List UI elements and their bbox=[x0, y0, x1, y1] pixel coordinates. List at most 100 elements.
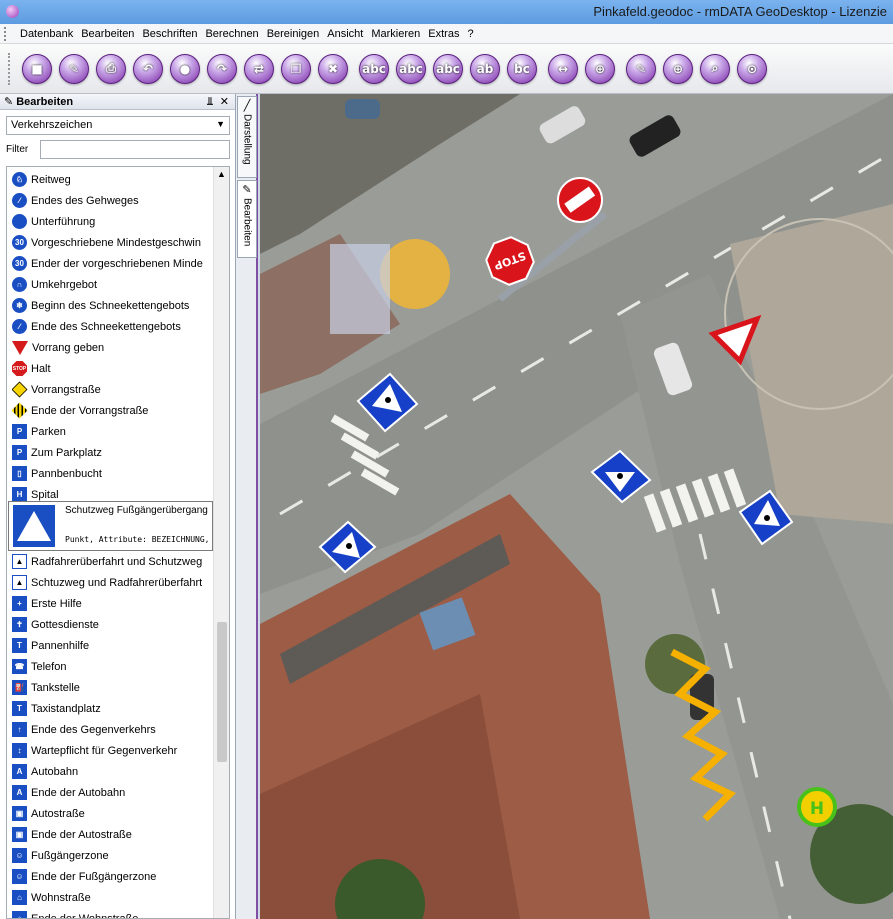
list-item[interactable]: ⌂ Ende der Wohnstraße bbox=[12, 908, 212, 918]
menu-markieren[interactable]: Markieren bbox=[367, 28, 424, 40]
menu-bereinigen[interactable]: Bereinigen bbox=[263, 28, 324, 40]
list-item[interactable]: ∕ Endes des Gehweges bbox=[12, 190, 212, 211]
label-move-icon: bc bbox=[514, 61, 530, 76]
traffic-sign-icon: ♘ bbox=[12, 172, 27, 187]
list-item[interactable]: P Parken bbox=[12, 421, 212, 442]
list-item[interactable]: Vorrang geben bbox=[12, 337, 212, 358]
delete-button[interactable]: ✖ bbox=[318, 53, 348, 84]
tab-bearbeiten[interactable]: ✎ Bearbeiten bbox=[237, 180, 257, 258]
menu-bearbeiten[interactable]: Bearbeiten bbox=[77, 28, 138, 40]
print-button[interactable]: ⎙ bbox=[96, 53, 126, 84]
menu-help[interactable]: ? bbox=[463, 28, 477, 40]
list-item[interactable]: T Pannenhilfe bbox=[12, 635, 212, 656]
menu-berechnen[interactable]: Berechnen bbox=[201, 28, 262, 40]
list-item[interactable]: Ende der Vorrangstraße bbox=[12, 400, 212, 421]
list-item-label: Zum Parkplatz bbox=[31, 446, 102, 459]
list-item[interactable]: ∕ Ende des Schneekettengebots bbox=[12, 316, 212, 337]
filter-input[interactable] bbox=[40, 140, 230, 159]
menu-beschriften[interactable]: Beschriften bbox=[138, 28, 201, 40]
list-item[interactable]: ❄ Beginn des Schneekettengebots bbox=[12, 295, 212, 316]
list-item[interactable]: A Autobahn bbox=[12, 761, 212, 782]
list-item[interactable]: ⌂ Wohnstraße bbox=[12, 887, 212, 908]
zoom-pen-button[interactable]: ✎ bbox=[626, 53, 656, 84]
list-item[interactable]: ▣ Autostraße bbox=[12, 803, 212, 824]
traffic-sign-icon: ∕ bbox=[12, 193, 27, 208]
list-item-label: Radfahrerüberfahrt und Schutzweg bbox=[31, 555, 203, 568]
traffic-sign-icon bbox=[12, 340, 28, 355]
traffic-sign-icon: ▣ bbox=[12, 827, 27, 842]
cancel-edit-button[interactable]: ✎ bbox=[59, 53, 89, 84]
label-edit-button[interactable]: abc bbox=[433, 53, 463, 84]
list-item[interactable]: ↕ Wartepflicht für Gegenverkehr bbox=[12, 740, 212, 761]
menu-datenbank[interactable]: Datenbank bbox=[16, 28, 77, 40]
app-logo-icon[interactable] bbox=[6, 5, 19, 18]
list-item[interactable]: Vorrangstraße bbox=[12, 379, 212, 400]
traffic-sign-icon: ⛽ bbox=[12, 680, 27, 695]
label-delete-icon: ab bbox=[476, 61, 494, 76]
list-item[interactable]: ✝ Gottesdienste bbox=[12, 614, 212, 635]
pin-icon[interactable]: ⫫ bbox=[207, 95, 213, 109]
list-item[interactable]: ∩ Umkehrgebot bbox=[12, 274, 212, 295]
list-item[interactable]: ↑ Ende des Gegenverkehrs bbox=[12, 719, 212, 740]
selected-list-item[interactable]: Schutzweg Fußgängerübergang Punkt, Attri… bbox=[8, 501, 213, 551]
no-entry-sign[interactable] bbox=[557, 177, 603, 223]
menu-grip[interactable] bbox=[4, 26, 10, 41]
label-move-button[interactable]: bc bbox=[507, 53, 537, 84]
import-button[interactable]: ↶ bbox=[133, 53, 163, 84]
list-item[interactable]: ▲ Schtuzweg und Radfahrerüberfahrt bbox=[12, 572, 212, 593]
list-item-label: Ende der Autostraße bbox=[31, 828, 132, 841]
zoom-pen-icon: ✎ bbox=[635, 61, 647, 76]
list-item[interactable]: A Ende der Autobahn bbox=[12, 782, 212, 803]
zoom-in-button[interactable]: ⊕ bbox=[663, 53, 693, 84]
print-icon: ⎙ bbox=[106, 61, 116, 75]
zoom-extent-button[interactable]: ⊙ bbox=[737, 53, 767, 84]
circle-button[interactable]: ● bbox=[170, 53, 200, 84]
label-add-button[interactable]: abc bbox=[359, 53, 389, 84]
list-item[interactable]: ▣ Ende der Autostraße bbox=[12, 824, 212, 845]
selected-item-description: Punkt, Attribute: BEZEICHNUNG, bbox=[65, 535, 210, 544]
list-item[interactable]: 30 Ender der vorgeschriebenen Minde bbox=[12, 253, 212, 274]
list-item[interactable]: ☺ Fußgängerzone bbox=[12, 845, 212, 866]
list-item[interactable]: Unterführung bbox=[12, 211, 212, 232]
scroll-thumb[interactable] bbox=[217, 622, 227, 762]
list-item[interactable]: ▲ Radfahrerüberfahrt und Schutzweg bbox=[12, 551, 212, 572]
zoom-button[interactable]: ⌕ bbox=[700, 53, 730, 84]
traffic-sign-icon: ✝ bbox=[12, 617, 27, 632]
map-canvas[interactable]: STOP H bbox=[260, 94, 893, 919]
list-item[interactable]: P Zum Parkplatz bbox=[12, 442, 212, 463]
list-item[interactable]: ⛽ Tankstelle bbox=[12, 677, 212, 698]
undo-button[interactable]: ↷ bbox=[207, 53, 237, 84]
list-item[interactable]: ☎ Telefon bbox=[12, 656, 212, 677]
list-item-label: Autobahn bbox=[31, 765, 79, 778]
chevron-down-icon[interactable]: ▼ bbox=[216, 119, 225, 129]
list-item[interactable]: ▯ Pannbenbucht bbox=[12, 463, 212, 484]
label-delete-button[interactable]: ab bbox=[470, 53, 500, 84]
move-button[interactable]: ↔ bbox=[548, 53, 578, 84]
copy-button[interactable]: ❐ bbox=[281, 53, 311, 84]
list-item[interactable]: + Erste Hilfe bbox=[12, 593, 212, 614]
link-button[interactable]: ⇄ bbox=[244, 53, 274, 84]
save-button[interactable]: ■ bbox=[22, 53, 52, 84]
menu-ansicht[interactable]: Ansicht bbox=[323, 28, 367, 40]
aerial-map[interactable]: STOP H bbox=[260, 94, 893, 919]
tab-darstellung[interactable]: ╱ Darstellung bbox=[237, 96, 257, 178]
category-select[interactable]: Verkehrszeichen ▼ bbox=[6, 116, 230, 135]
target-button[interactable]: ⊕ bbox=[585, 53, 615, 84]
list-item[interactable]: ☺ Ende der Fußgängerzone bbox=[12, 866, 212, 887]
delete-icon: ✖ bbox=[327, 61, 339, 76]
list-item[interactable]: STOP Halt bbox=[12, 358, 212, 379]
close-icon[interactable]: ✕ bbox=[220, 95, 229, 108]
toolbar-grip[interactable] bbox=[8, 52, 14, 85]
list-scrollbar[interactable]: ▲ bbox=[213, 167, 229, 918]
bus-stop-sign[interactable]: H bbox=[797, 787, 837, 827]
market-umbrella bbox=[380, 239, 450, 309]
list-item[interactable]: 30 Vorgeschriebene Mindestgeschwin bbox=[12, 232, 212, 253]
brush-icon: ╱ bbox=[243, 99, 251, 112]
scroll-up-icon[interactable]: ▲ bbox=[217, 169, 226, 179]
list-item[interactable]: T Taxistandplatz bbox=[12, 698, 212, 719]
label-multi-button[interactable]: abc bbox=[396, 53, 426, 84]
pedestrian-crossing-icon bbox=[13, 505, 55, 547]
list-item-label: Vorgeschriebene Mindestgeschwin bbox=[31, 236, 201, 249]
menu-extras[interactable]: Extras bbox=[424, 28, 463, 40]
list-item[interactable]: ♘ Reitweg bbox=[12, 169, 212, 190]
